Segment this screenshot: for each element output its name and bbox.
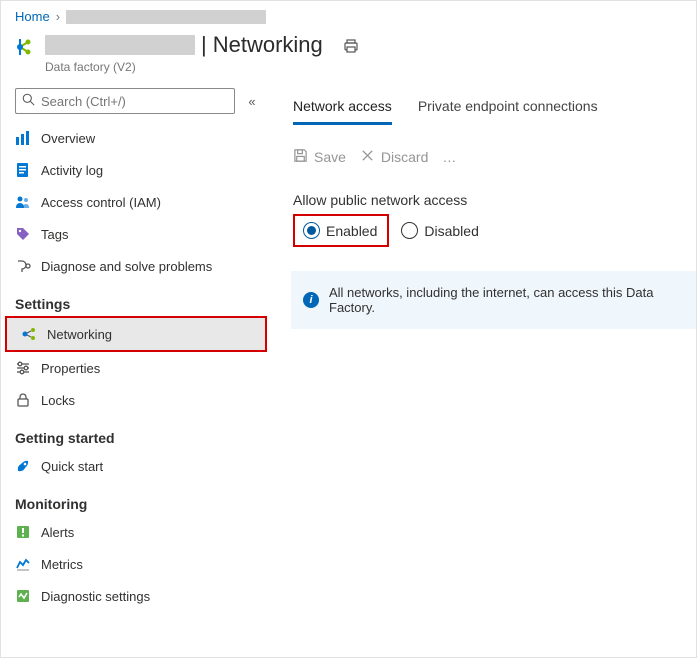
save-label: Save (314, 149, 346, 165)
breadcrumb: Home › (1, 1, 696, 26)
sidebar-item-label: Networking (47, 327, 112, 342)
metrics-icon (15, 556, 31, 572)
overview-icon (15, 130, 31, 146)
save-button[interactable]: Save (293, 148, 346, 166)
sidebar-item-label: Metrics (41, 557, 83, 572)
title-bar: | Networking Data factory (V2) (1, 26, 696, 80)
highlight-networking: Networking (5, 316, 267, 352)
properties-icon (15, 360, 31, 376)
sidebar-item-locks[interactable]: Locks (1, 384, 271, 416)
sidebar-item-label: Activity log (41, 163, 103, 178)
sidebar: « Overview Activity log Access control (… (1, 80, 271, 612)
radio-label: Enabled (326, 223, 377, 239)
sidebar-item-label: Overview (41, 131, 95, 146)
sidebar-section-getting-started: Getting started (1, 416, 271, 450)
sidebar-item-properties[interactable]: Properties (1, 352, 271, 384)
save-icon (293, 148, 308, 166)
locks-icon (15, 392, 31, 408)
sidebar-item-label: Diagnostic settings (41, 589, 150, 604)
command-bar: Save Discard … (293, 148, 696, 166)
diagnose-icon (15, 258, 31, 274)
sidebar-item-label: Properties (41, 361, 100, 376)
more-button[interactable]: … (442, 149, 456, 165)
sidebar-item-label: Tags (41, 227, 68, 242)
discard-button[interactable]: Discard (360, 148, 428, 166)
sidebar-item-access-control[interactable]: Access control (IAM) (1, 186, 271, 218)
sidebar-item-networking[interactable]: Networking (7, 318, 265, 350)
collapse-sidebar-button[interactable]: « (243, 94, 261, 109)
chevron-right-icon: › (56, 9, 60, 24)
resource-name-redacted (45, 35, 195, 55)
sidebar-item-tags[interactable]: Tags (1, 218, 271, 250)
sidebar-item-label: Locks (41, 393, 75, 408)
tab-private-endpoint[interactable]: Private endpoint connections (418, 98, 598, 125)
sidebar-item-alerts[interactable]: Alerts (1, 516, 271, 548)
discard-icon (360, 148, 375, 166)
section-label-public-access: Allow public network access (293, 192, 696, 208)
breadcrumb-home[interactable]: Home (15, 9, 50, 24)
sidebar-item-label: Quick start (41, 459, 103, 474)
sidebar-item-diagnostic-settings[interactable]: Diagnostic settings (1, 580, 271, 612)
sidebar-item-label: Alerts (41, 525, 74, 540)
search-field[interactable] (41, 94, 228, 109)
activity-log-icon (15, 162, 31, 178)
sidebar-item-overview[interactable]: Overview (1, 122, 271, 154)
radio-enabled[interactable]: Enabled (299, 218, 383, 243)
radio-icon (303, 222, 320, 239)
breadcrumb-resource-redacted (66, 10, 266, 24)
pipe-separator: | (201, 32, 207, 58)
radio-group-public-access: Enabled Disabled (293, 214, 696, 247)
info-banner: i All networks, including the internet, … (291, 271, 696, 329)
sidebar-item-diagnose[interactable]: Diagnose and solve problems (1, 250, 271, 282)
main-content: Network access Private endpoint connecti… (271, 80, 696, 612)
sidebar-item-metrics[interactable]: Metrics (1, 548, 271, 580)
resource-type-subtitle: Data factory (V2) (45, 60, 359, 74)
sidebar-item-quick-start[interactable]: Quick start (1, 450, 271, 482)
data-factory-icon (15, 36, 37, 61)
access-control-icon (15, 194, 31, 210)
search-icon (22, 93, 35, 109)
page-title: Networking (213, 32, 323, 58)
print-icon[interactable] (343, 38, 359, 57)
alerts-icon (15, 524, 31, 540)
info-icon: i (303, 292, 319, 308)
discard-label: Discard (381, 149, 428, 165)
diagnostic-settings-icon (15, 588, 31, 604)
radio-disabled[interactable]: Disabled (397, 218, 484, 243)
sidebar-item-label: Access control (IAM) (41, 195, 161, 210)
tags-icon (15, 226, 31, 242)
sidebar-section-settings: Settings (1, 282, 271, 316)
tabs: Network access Private endpoint connecti… (293, 98, 696, 126)
quick-start-icon (15, 458, 31, 474)
sidebar-section-monitoring: Monitoring (1, 482, 271, 516)
radio-icon (401, 222, 418, 239)
sidebar-item-activity-log[interactable]: Activity log (1, 154, 271, 186)
tab-network-access[interactable]: Network access (293, 98, 392, 125)
networking-icon (21, 326, 37, 342)
radio-label: Disabled (424, 223, 478, 239)
sidebar-item-label: Diagnose and solve problems (41, 259, 212, 274)
search-input[interactable] (15, 88, 235, 114)
info-text: All networks, including the internet, ca… (329, 285, 684, 315)
highlight-enabled: Enabled (293, 214, 389, 247)
